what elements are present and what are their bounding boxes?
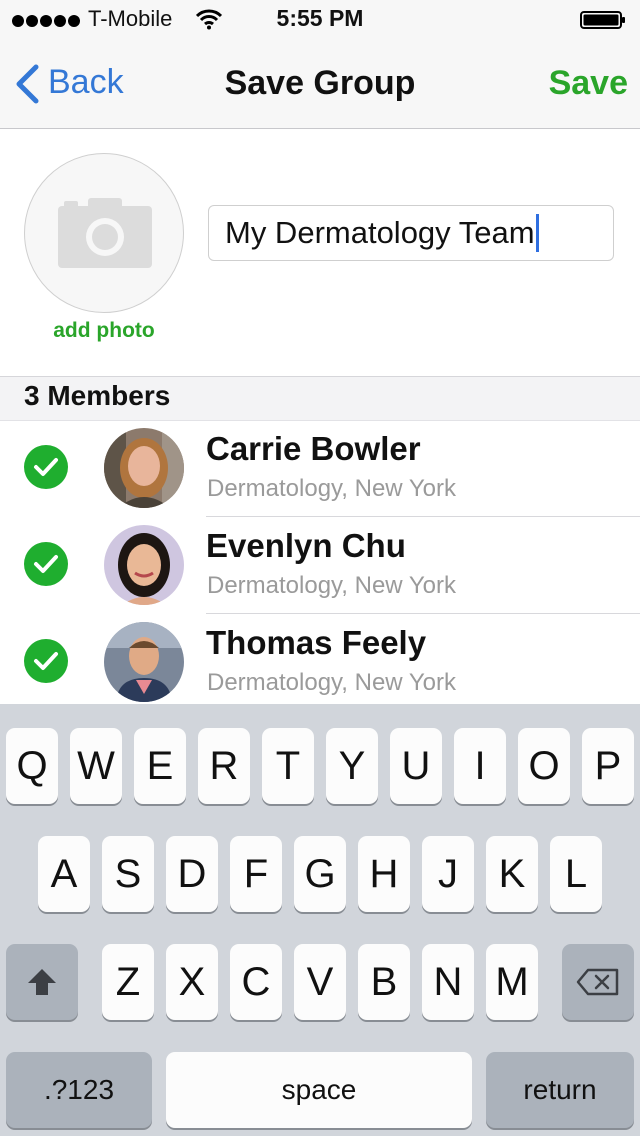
key-m[interactable]: M <box>486 944 538 1020</box>
avatar <box>104 525 184 605</box>
key-h[interactable]: H <box>358 836 410 912</box>
avatar <box>104 622 184 702</box>
save-button[interactable]: Save <box>540 64 628 103</box>
group-name-input[interactable]: My Dermatology Team <box>208 205 614 261</box>
checkmark-icon[interactable] <box>24 542 68 586</box>
member-row[interactable]: Evenlyn Chu Dermatology, New York <box>0 517 640 614</box>
key-t[interactable]: T <box>262 728 314 804</box>
page-title: Save Group <box>224 64 416 102</box>
key-z[interactable]: Z <box>102 944 154 1020</box>
key-x[interactable]: X <box>166 944 218 1020</box>
navigation-bar: T-Mobile 5:55 PM Back Save Group Save <box>0 0 640 129</box>
key-k[interactable]: K <box>486 836 538 912</box>
shift-icon <box>28 969 56 995</box>
key-i[interactable]: I <box>454 728 506 804</box>
key-n[interactable]: N <box>422 944 474 1020</box>
member-name: Thomas Feely <box>206 624 427 661</box>
numbers-key[interactable]: .?123 <box>6 1052 152 1128</box>
status-time: 5:55 PM <box>276 5 364 31</box>
checkmark-icon[interactable] <box>24 445 68 489</box>
checkmark-icon[interactable] <box>24 639 68 683</box>
key-e[interactable]: E <box>134 728 186 804</box>
member-specialty: Dermatology, New York <box>207 475 456 502</box>
key-o[interactable]: O <box>518 728 570 804</box>
delete-icon <box>576 968 619 996</box>
status-bar: T-Mobile 5:55 PM <box>0 0 640 40</box>
back-label: Back <box>48 63 124 101</box>
member-specialty: Dermatology, New York <box>207 669 456 696</box>
add-photo-link[interactable]: add photo <box>24 319 184 343</box>
key-p[interactable]: P <box>582 728 634 804</box>
camera-icon <box>58 198 152 268</box>
key-b[interactable]: B <box>358 944 410 1020</box>
shift-key[interactable] <box>6 944 78 1020</box>
battery-icon <box>580 11 625 29</box>
key-w[interactable]: W <box>70 728 122 804</box>
member-specialty: Dermatology, New York <box>207 572 456 599</box>
key-a[interactable]: A <box>38 836 90 912</box>
key-v[interactable]: V <box>294 944 346 1020</box>
chevron-left-icon <box>16 64 39 104</box>
key-d[interactable]: D <box>166 836 218 912</box>
key-s[interactable]: S <box>102 836 154 912</box>
avatar <box>104 428 184 508</box>
space-key[interactable]: space <box>166 1052 472 1128</box>
return-key[interactable]: return <box>486 1052 634 1128</box>
key-f[interactable]: F <box>230 836 282 912</box>
key-q[interactable]: Q <box>6 728 58 804</box>
key-u[interactable]: U <box>390 728 442 804</box>
text-cursor <box>535 214 539 252</box>
members-count: 3 Members <box>24 380 171 411</box>
member-name: Carrie Bowler <box>206 430 421 467</box>
key-j[interactable]: J <box>422 836 474 912</box>
key-c[interactable]: C <box>230 944 282 1020</box>
key-y[interactable]: Y <box>326 728 378 804</box>
group-name-value: My Dermatology Team <box>225 215 535 250</box>
member-name: Evenlyn Chu <box>206 527 406 564</box>
key-r[interactable]: R <box>198 728 250 804</box>
member-row[interactable]: Thomas Feely Dermatology, New York <box>0 614 640 711</box>
key-l[interactable]: L <box>550 836 602 912</box>
key-g[interactable]: G <box>294 836 346 912</box>
keyboard: Q W E R T Y U I O P A S D F G H J K L Z … <box>0 704 640 1136</box>
member-row[interactable]: Carrie Bowler Dermatology, New York <box>0 420 640 517</box>
delete-key[interactable] <box>562 944 634 1020</box>
